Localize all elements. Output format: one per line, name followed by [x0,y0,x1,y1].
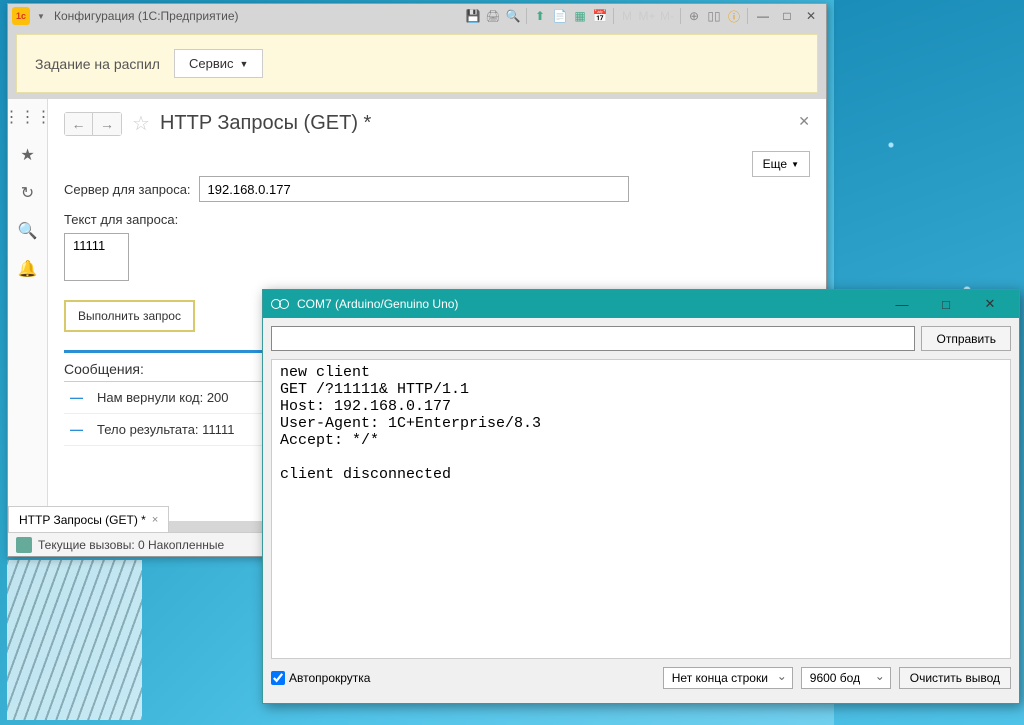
line-ending-wrap: Нет конца строки [663,667,793,689]
favorite-toggle-icon[interactable]: ☆ [132,111,150,136]
export-icon[interactable]: 📄 [551,7,569,25]
info-icon[interactable]: ⓘ [725,7,743,25]
serial-input-row: Отправить [263,318,1019,359]
serial-selects: Нет конца строки 9600 бод Очистить вывод [663,667,1011,689]
serial-command-input[interactable] [271,326,915,351]
text-input[interactable]: 11111 [64,233,129,281]
dash-icon: — [70,422,83,437]
message-text: Нам вернули код: 200 [97,390,229,405]
favorite-star-icon[interactable]: ★ [18,145,38,165]
tab-http-requests[interactable]: HTTP Запросы (GET) * × [8,506,169,532]
yellow-header-bar: Задание на распил Сервис ▼ [16,34,818,93]
more-button[interactable]: Еще ▼ [752,151,810,177]
preview-icon[interactable]: 🔍 [504,7,522,25]
dash-icon: — [70,390,83,405]
autoscroll-checkbox[interactable]: Автопрокрутка [271,671,370,685]
history-icon[interactable]: ↻ [18,183,38,203]
print-icon[interactable]: 🖨 [484,7,502,25]
memory-m-icon[interactable]: M [618,7,636,25]
calculator-icon[interactable]: ▦ [571,7,589,25]
window-title: Конфигурация (1С:Предприятие) [54,9,239,23]
maximize-button[interactable]: □ [925,292,967,316]
logo-1c-icon: 1c [12,7,30,25]
tab-label: HTTP Запросы (GET) * [19,513,146,527]
autoscroll-input[interactable] [271,671,285,685]
serial-output[interactable]: new client GET /?11111& HTTP/1.1 Host: 1… [271,359,1011,659]
server-label: Сервер для запроса: [64,182,191,197]
compare-icon[interactable]: ⬆ [531,7,549,25]
server-input[interactable] [199,176,629,202]
tab-bar: HTTP Запросы (GET) * × [8,506,169,532]
search-icon[interactable]: 🔍 [18,221,38,241]
window-controls: — □ ✕ [881,292,1011,316]
arduino-logo-icon [271,298,289,310]
baud-rate-select[interactable]: 9600 бод [801,667,891,689]
nav-arrows: ← → [64,112,122,136]
save-icon[interactable]: 💾 [464,7,482,25]
line-ending-select[interactable]: Нет конца строки [663,667,793,689]
text-row: Текст для запроса: 11111 [64,212,810,286]
apps-grid-icon[interactable]: ⋮⋮⋮ [18,107,38,127]
separator [747,8,748,24]
background-hatching [7,560,142,720]
clear-output-button[interactable]: Очистить вывод [899,667,1011,689]
panels-icon[interactable]: ▯▯ [705,7,723,25]
chevron-down-icon: ▼ [791,160,799,169]
titlebar-arduino[interactable]: COM7 (Arduino/Genuino Uno) — □ ✕ [263,290,1019,318]
service-button[interactable]: Сервис ▼ [174,49,263,78]
close-button[interactable]: ✕ [800,7,822,25]
baud-rate-wrap: 9600 бод [801,667,891,689]
server-row: Сервер для запроса: [64,176,810,202]
notifications-bell-icon[interactable]: 🔔 [18,259,38,279]
memory-mminus-icon[interactable]: M- [658,7,676,25]
autoscroll-label: Автопрокрутка [289,671,370,685]
zoom-icon[interactable]: ⊕ [685,7,703,25]
minimize-button[interactable]: — [752,7,774,25]
status-indicator-icon [16,537,32,553]
titlebar-1c[interactable]: 1c ▼ Конфигурация (1С:Предприятие) 💾 🖨 🔍… [8,4,826,28]
arduino-title: COM7 (Arduino/Genuino Uno) [297,297,458,311]
toolbar: 💾 🖨 🔍 ⬆ 📄 ▦ 📅 M M+ M- ⊕ ▯▯ ⓘ — □ ✕ [464,7,822,25]
more-button-label: Еще [763,157,787,171]
nav-back-button[interactable]: ← [65,113,93,135]
calendar-icon[interactable]: 📅 [591,7,609,25]
text-label: Текст для запроса: [64,212,810,227]
service-button-label: Сервис [189,56,234,71]
window-arduino-serial: COM7 (Arduino/Genuino Uno) — □ ✕ Отправи… [262,289,1020,704]
content-header: ← → ☆ HTTP Запросы (GET) * [64,111,810,136]
close-page-button[interactable]: ✕ [798,113,810,130]
send-button[interactable]: Отправить [921,326,1011,351]
page-title: HTTP Запросы (GET) * [160,112,371,135]
close-button[interactable]: ✕ [969,292,1011,316]
app-menu-dropdown[interactable]: ▼ [34,12,48,21]
status-text: Текущие вызовы: 0 Накопленные [38,538,224,552]
message-text: Тело результата: 11111 [97,422,234,437]
separator [680,8,681,24]
maximize-button[interactable]: □ [776,7,798,25]
minimize-button[interactable]: — [881,292,923,316]
header-task-label: Задание на распил [35,56,160,72]
left-toolbar: ⋮⋮⋮ ★ ↻ 🔍 🔔 [8,99,48,521]
serial-bottom-bar: Автопрокрутка Нет конца строки 9600 бод … [263,659,1019,697]
separator [526,8,527,24]
execute-button[interactable]: Выполнить запрос [64,300,195,332]
chevron-down-icon: ▼ [240,59,249,69]
nav-forward-button[interactable]: → [93,113,121,135]
memory-mplus-icon[interactable]: M+ [638,7,656,25]
separator [613,8,614,24]
divider [64,350,264,353]
tab-close-icon[interactable]: × [152,514,158,526]
